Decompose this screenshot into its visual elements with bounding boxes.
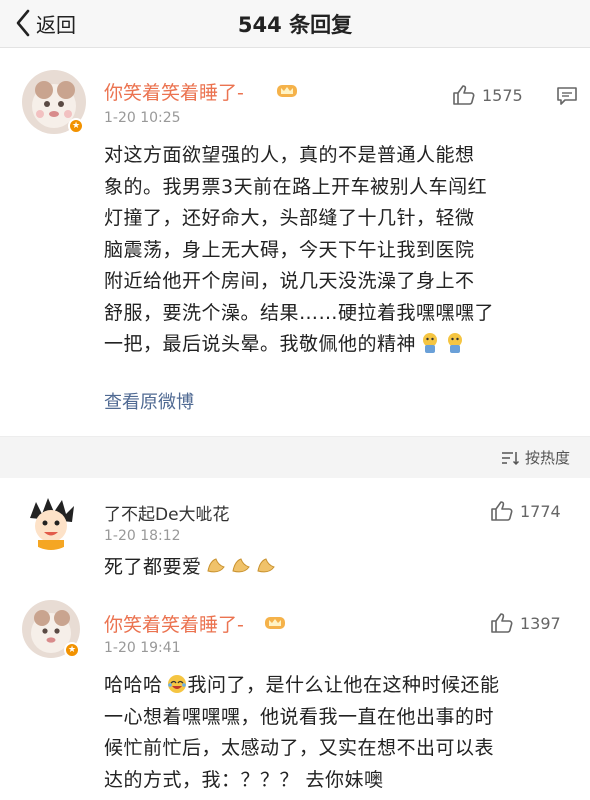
username[interactable]: 了不起De大呲花 [104, 500, 230, 525]
text-line: 哈哈哈 [104, 674, 163, 696]
text-line: 灯撞了，还好命大，头部缝了十几针，轻微 [104, 207, 475, 229]
like-button[interactable]: 1774 [490, 500, 561, 522]
text-line-with-emoji: 一把，最后说头晕。我敬佩他的精神 [104, 329, 574, 361]
top-nav-bar: 返回 544 条回复 [0, 0, 590, 48]
emoji-icon [167, 675, 186, 693]
emoji-icon [206, 558, 225, 573]
verified-badge-icon: ★ [64, 642, 80, 658]
thumbs-up-icon [491, 613, 513, 633]
view-original-weibo-link[interactable]: 查看原微博 [104, 388, 194, 414]
like-count: 1774 [520, 501, 561, 521]
post-time: 1-20 19:41 [104, 640, 181, 656]
comment-icon[interactable] [556, 86, 578, 106]
sort-bar: 按热度 [0, 436, 590, 478]
text-line: 象的。我男票3天前在路上开车被别人车闯红 [104, 175, 488, 198]
text-line: 死了都要爱 [104, 556, 202, 578]
text-line: 附近给他开个房间，说几天没洗澡了身上不 [104, 270, 475, 292]
avatar[interactable] [22, 492, 80, 550]
crown-icon [265, 617, 285, 629]
reply-list: 了不起De大呲花 1-20 18:12 1774 死了都要爱 ★ 你笑着笑着睡了… [0, 478, 590, 800]
main-comment: ★ 你笑着笑着睡了- 1-20 10:25 1575 对这方面欲望强的人，真的不… [0, 48, 590, 436]
thumbs-up-icon [453, 85, 475, 105]
emoji-icon [448, 333, 463, 353]
post-time: 1-20 18:12 [104, 528, 181, 544]
comment-text: 死了都要爱 [104, 552, 574, 584]
username[interactable]: 你笑着笑着睡了- [104, 610, 244, 637]
text-line: 候忙前忙后，太感动了，又实在想不出可以表 [104, 737, 495, 759]
comment-text: 哈哈哈 我问了，是什么让他在这种时候还能 一心想着嘿嘿嘿，他说看我一直在他出事的时… [104, 670, 574, 796]
comment-text: 对这方面欲望强的人，真的不是普通人能想 象的。我男票3天前在路上开车被别人车闯红… [104, 140, 574, 361]
page-title: 544 条回复 [237, 13, 353, 37]
text-line: 舒服，要洗个澡。结果……硬拉着我嘿嘿嘿了 [104, 301, 495, 324]
verified-badge-icon: ★ [68, 118, 84, 134]
crown-icon [277, 85, 297, 97]
sort-icon [501, 451, 520, 465]
thumbs-up-icon [491, 501, 513, 521]
post-time: 1-20 10:25 [104, 110, 181, 126]
text-line: 达的方式，我：？？？ 去你妹噢 [104, 768, 384, 791]
text-line: 脑震荡，身上无大碍，今天下午让我到医院 [104, 238, 475, 261]
like-count: 1397 [520, 613, 561, 633]
emoji-icon [231, 558, 250, 573]
text-line: 我问了，是什么让他在这种时候还能 [187, 674, 500, 696]
like-button[interactable]: 1397 [490, 612, 561, 634]
text-line-with-emoji: 哈哈哈 我问了，是什么让他在这种时候还能 [104, 670, 574, 702]
sort-label: 按热度 [524, 449, 570, 467]
username[interactable]: 你笑着笑着睡了- [104, 78, 244, 105]
like-button[interactable]: 1575 [452, 84, 523, 106]
like-count: 1575 [482, 85, 523, 105]
emoji-icon [423, 333, 438, 353]
text-line: 一把，最后说头晕。我敬佩他的精神 [104, 333, 417, 355]
text-line: 对这方面欲望强的人，真的不是普通人能想 [104, 144, 475, 166]
text-line: 一心想着嘿嘿嘿，他说看我一直在他出事的时 [104, 705, 495, 728]
emoji-icon [256, 558, 275, 573]
sort-button[interactable]: 按热度 [501, 447, 570, 468]
